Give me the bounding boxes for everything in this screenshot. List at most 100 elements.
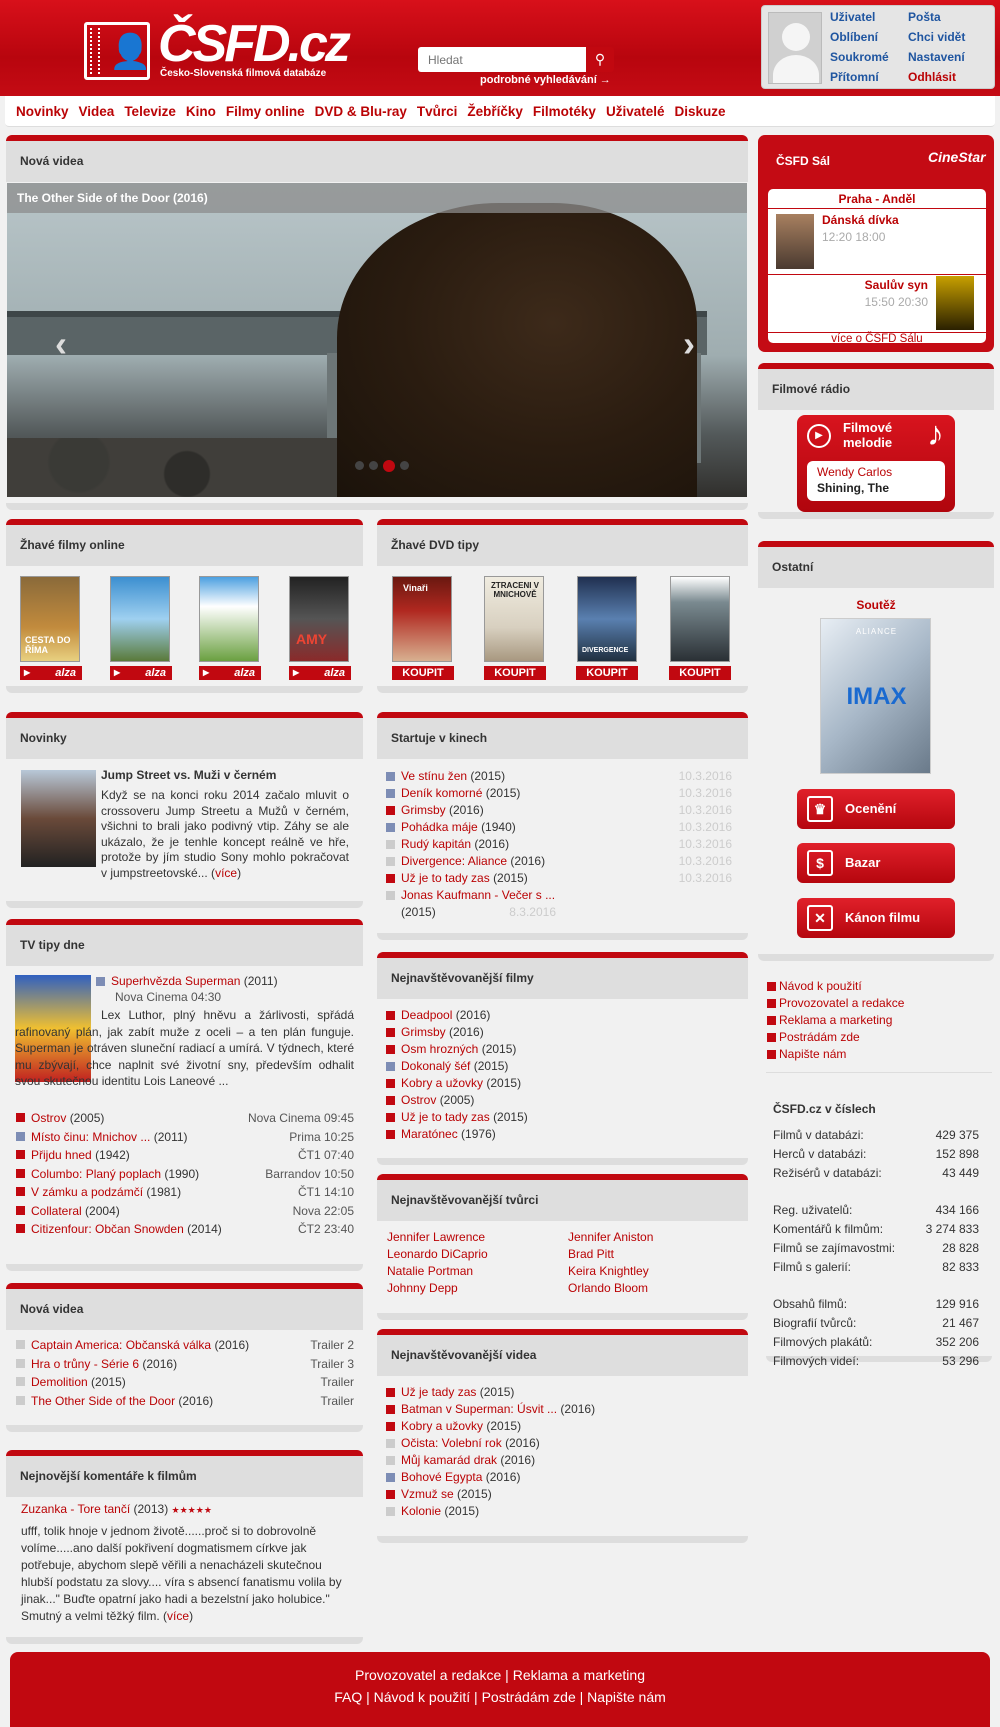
search-input[interactable] <box>418 47 586 72</box>
item-title[interactable]: Deník komorné <box>401 786 482 800</box>
dvd-poster[interactable] <box>670 576 730 662</box>
nav-item[interactable]: Diskuze <box>674 104 725 119</box>
tv-featured-link[interactable]: Superhvězda Superman <box>111 974 240 988</box>
contest-banner[interactable]: IMAX ALIANCE <box>820 618 931 774</box>
more-link[interactable]: více <box>215 866 237 880</box>
item-title[interactable]: Osm hrozných <box>401 1042 478 1056</box>
nav-item[interactable]: Tvůrci <box>417 104 458 119</box>
list-item[interactable]: Kobry a užovky (2015) <box>386 1075 726 1092</box>
list-item[interactable]: Už je to tady zas (2015) <box>386 1109 726 1126</box>
user-link[interactable]: Chci vidět <box>908 30 986 47</box>
nav-item[interactable]: Filmotéky <box>533 104 596 119</box>
list-item[interactable]: Maratónec (1976) <box>386 1126 726 1143</box>
cinestar-logo[interactable]: CineStar <box>928 149 986 165</box>
info-link[interactable]: Provozovatel a redakce <box>767 995 987 1012</box>
item-title[interactable]: Kolonie <box>401 1504 441 1518</box>
user-link[interactable]: Uživatel <box>830 10 908 27</box>
sal-more-link[interactable]: více o ČSFD Sálu <box>768 333 986 345</box>
item-title[interactable]: Captain America: Občanská válka <box>31 1338 211 1352</box>
list-item[interactable]: Grimsby (2016) <box>386 1024 726 1041</box>
video-slider[interactable]: The Other Side of the Door (2016) ‹ › <box>7 183 747 497</box>
list-item[interactable]: Kobry a užovky (2015) <box>386 1418 726 1435</box>
item-title[interactable]: Místo činu: Mnichov ... <box>31 1130 150 1144</box>
advanced-search-link[interactable]: podrobné vyhledávání → <box>480 74 611 86</box>
item-title[interactable]: Ostrov <box>401 1093 436 1107</box>
avatar[interactable] <box>768 12 822 84</box>
list-item[interactable]: Columbo: Planý poplach (1990) Barrandov 1… <box>16 1165 354 1184</box>
creator-link[interactable]: Jennifer Aniston <box>568 1230 727 1247</box>
nav-item[interactable]: Žebříčky <box>467 104 523 119</box>
more-link[interactable]: více <box>167 1609 189 1623</box>
item-title[interactable]: The Other Side of the Door <box>31 1394 175 1408</box>
footer-link[interactable]: Návod k použití <box>374 1689 471 1705</box>
alza-button[interactable]: alza <box>20 666 82 680</box>
list-item[interactable]: Divergence: Aliance (2016) 10.3.2016 <box>386 853 732 870</box>
movie-poster[interactable]: CESTA DO ŘÍMA <box>20 576 80 662</box>
list-item[interactable]: Deník komorné (2015) 10.3.2016 <box>386 785 732 802</box>
info-link[interactable]: Postrádám zde <box>767 1029 987 1046</box>
item-title[interactable]: Divergence: Aliance <box>401 854 507 868</box>
cinema-name[interactable]: Praha - Anděl <box>768 189 986 209</box>
nav-item[interactable]: DVD & Blu-ray <box>315 104 407 119</box>
list-item[interactable]: Rudý kapitán (2016) 10.3.2016 <box>386 836 732 853</box>
user-link[interactable]: Oblíbení <box>830 30 908 47</box>
sal-poster[interactable] <box>936 276 974 330</box>
item-title[interactable]: Očista: Volební rok <box>401 1436 502 1450</box>
info-link[interactable]: Reklama a marketing <box>767 1012 987 1029</box>
creator-link[interactable]: Orlando Bloom <box>568 1281 727 1298</box>
item-title[interactable]: Jonas Kaufmann - Večer s ... <box>401 888 555 902</box>
news-title[interactable]: Jump Street vs. Muži v černém <box>101 768 276 782</box>
creator-link[interactable]: Jennifer Lawrence <box>387 1230 568 1247</box>
creator-link[interactable]: Keira Knightley <box>568 1264 727 1281</box>
item-title[interactable]: Deadpool <box>401 1008 452 1022</box>
item-title[interactable]: Rudý kapitán <box>401 837 471 851</box>
link-text[interactable]: Postrádám zde <box>779 1030 860 1044</box>
comment-user-film[interactable]: Zuzanka - Tore tančí <box>21 1502 130 1516</box>
list-item[interactable]: Už je tady zas (2015) <box>386 1384 726 1401</box>
list-item[interactable]: Hra o trůny - Série 6 (2016) Trailer 3 <box>16 1355 354 1374</box>
list-item[interactable]: Místo činu: Mnichov ... (2011) Prima 10:2… <box>16 1128 354 1147</box>
nav-item[interactable]: Novinky <box>16 104 69 119</box>
list-item[interactable]: Přijdu hned (1942) ČT1 07:40 <box>16 1146 354 1165</box>
logout-link[interactable]: Odhlásit <box>908 70 986 87</box>
slider-dot[interactable] <box>400 461 409 470</box>
list-item[interactable]: Captain America: Občanská válka (2016) Tr… <box>16 1336 354 1355</box>
item-title[interactable]: Kobry a užovky <box>401 1076 483 1090</box>
item-title[interactable]: Ve stínu žen <box>401 769 467 783</box>
info-link[interactable]: Napište nám <box>767 1046 987 1063</box>
list-item[interactable]: Můj kamarád drak (2016) <box>386 1452 726 1469</box>
item-title[interactable]: Přijdu hned <box>31 1148 92 1162</box>
alza-button[interactable]: alza <box>199 666 261 680</box>
list-item[interactable]: Vzmuž se (2015) <box>386 1486 726 1503</box>
user-link[interactable]: Soukromé <box>830 50 908 67</box>
item-title[interactable]: Vzmuž se <box>401 1487 454 1501</box>
creator-link[interactable]: Natalie Portman <box>387 1264 568 1281</box>
footer-link[interactable]: Postrádám zde <box>482 1689 576 1705</box>
list-item[interactable]: The Other Side of the Door (2016) Trailer <box>16 1392 354 1411</box>
tv-featured-title[interactable]: Superhvězda Superman (2011) <box>96 973 278 990</box>
item-title[interactable]: Batman v Superman: Úsvit ... <box>401 1402 557 1416</box>
creator-link[interactable]: Leonardo DiCaprio <box>387 1247 568 1264</box>
list-item[interactable]: Bohové Egypta (2016) <box>386 1469 726 1486</box>
link-text[interactable]: Návod k použití <box>779 979 862 993</box>
item-title[interactable]: Maratónec <box>401 1127 458 1141</box>
item-title[interactable]: Můj kamarád drak <box>401 1453 497 1467</box>
list-item[interactable]: Jonas Kaufmann - Večer s ... (2015) 8.3.2… <box>386 887 556 921</box>
bazaar-button[interactable]: $ Bazar <box>797 843 955 883</box>
search-button[interactable]: ⚲ <box>586 47 614 72</box>
user-link[interactable]: Přítomní <box>830 70 908 87</box>
buy-button[interactable]: KOUPIT <box>576 666 638 680</box>
list-item[interactable]: Dokonalý šéf (2015) <box>386 1058 726 1075</box>
item-title[interactable]: Bohové Egypta <box>401 1470 482 1484</box>
canon-button[interactable]: ✕ Kánon filmu <box>797 898 955 938</box>
item-title[interactable]: Grimsby <box>401 1025 446 1039</box>
item-title[interactable]: V zámku a podzámčí <box>31 1185 143 1199</box>
movie-poster[interactable]: AMY <box>289 576 349 662</box>
buy-button[interactable]: KOUPIT <box>669 666 731 680</box>
dvd-poster[interactable]: Vinaři <box>392 576 452 662</box>
list-item[interactable]: Už je to tady zas (2015) 10.3.2016 <box>386 870 732 887</box>
nav-item[interactable]: Filmy online <box>226 104 305 119</box>
link-text[interactable]: Provozovatel a redakce <box>779 996 904 1010</box>
list-item[interactable]: Batman v Superman: Úsvit ... (2016) <box>386 1401 726 1418</box>
buy-button[interactable]: KOUPIT <box>392 666 454 680</box>
